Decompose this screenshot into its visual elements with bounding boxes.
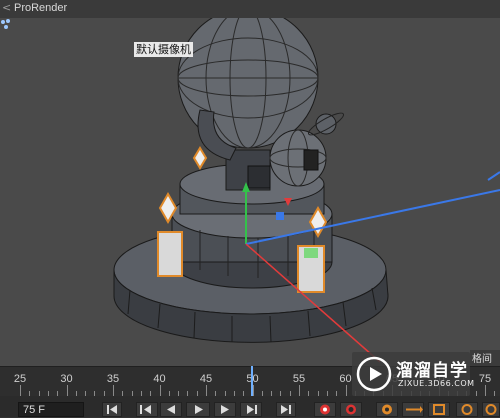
pillar-left bbox=[157, 231, 183, 277]
timeline-tick-label: 55 bbox=[292, 373, 306, 385]
play-logo-icon bbox=[356, 356, 392, 392]
param-icon bbox=[485, 404, 497, 415]
prev-key-button[interactable] bbox=[136, 402, 158, 417]
scale-icon bbox=[433, 404, 445, 415]
menu-bar: < ProRender bbox=[0, 0, 500, 19]
prev-frame-button[interactable] bbox=[160, 402, 182, 417]
timeline-tick-label: 35 bbox=[106, 373, 120, 385]
go-to-end-button[interactable] bbox=[276, 402, 296, 417]
current-frame-field[interactable]: 75 F bbox=[18, 402, 84, 417]
prev-key-icon bbox=[140, 405, 151, 414]
keyframe-selection-button[interactable] bbox=[376, 402, 398, 417]
move-arrows-icon bbox=[406, 406, 423, 413]
watermark: 溜溜自学 ZIXUE.3D66.COM bbox=[352, 352, 474, 396]
rotate-icon bbox=[461, 404, 473, 415]
timeline-tick-label: 75 bbox=[478, 373, 492, 385]
param-key-button[interactable] bbox=[482, 402, 500, 417]
timeline-tick-label: 25 bbox=[13, 373, 27, 385]
back-glyph[interactable]: < bbox=[2, 1, 11, 14]
step-back-icon bbox=[167, 405, 175, 414]
scale-key-button[interactable] bbox=[428, 402, 450, 417]
skip-end-icon bbox=[281, 405, 291, 414]
next-key-icon bbox=[247, 405, 257, 414]
watermark-brand: 溜溜自学 bbox=[396, 361, 468, 381]
skip-start-icon bbox=[107, 405, 117, 414]
rotation-key-button[interactable] bbox=[456, 402, 478, 417]
next-key-button[interactable] bbox=[240, 402, 262, 417]
camera-label[interactable]: 默认摄像机 bbox=[134, 42, 193, 57]
record-icon bbox=[320, 404, 330, 415]
app-title[interactable]: ProRender bbox=[14, 2, 67, 14]
gear-key-icon bbox=[382, 404, 392, 415]
play-button[interactable] bbox=[186, 402, 210, 417]
timeline-tick-label: 60 bbox=[339, 373, 352, 385]
autokey-icon bbox=[346, 404, 356, 415]
auto-key-button[interactable] bbox=[340, 402, 362, 417]
timeline-tick-label: 40 bbox=[153, 373, 166, 385]
scene-render bbox=[113, 18, 500, 363]
camera-dots-icon[interactable] bbox=[0, 18, 12, 30]
record-button[interactable] bbox=[314, 402, 336, 417]
play-icon bbox=[195, 405, 203, 414]
step-forward-icon bbox=[221, 405, 229, 414]
position-key-button[interactable] bbox=[402, 402, 424, 417]
next-frame-button[interactable] bbox=[214, 402, 236, 417]
3d-viewport[interactable]: 默认摄像机 bbox=[0, 18, 500, 366]
playhead[interactable] bbox=[251, 366, 253, 396]
timeline-tick-label: 45 bbox=[199, 373, 213, 385]
timeline-tick-label: 30 bbox=[60, 373, 73, 385]
watermark-url: ZIXUE.3D66.COM bbox=[398, 379, 475, 388]
go-to-start-button[interactable] bbox=[102, 402, 122, 417]
